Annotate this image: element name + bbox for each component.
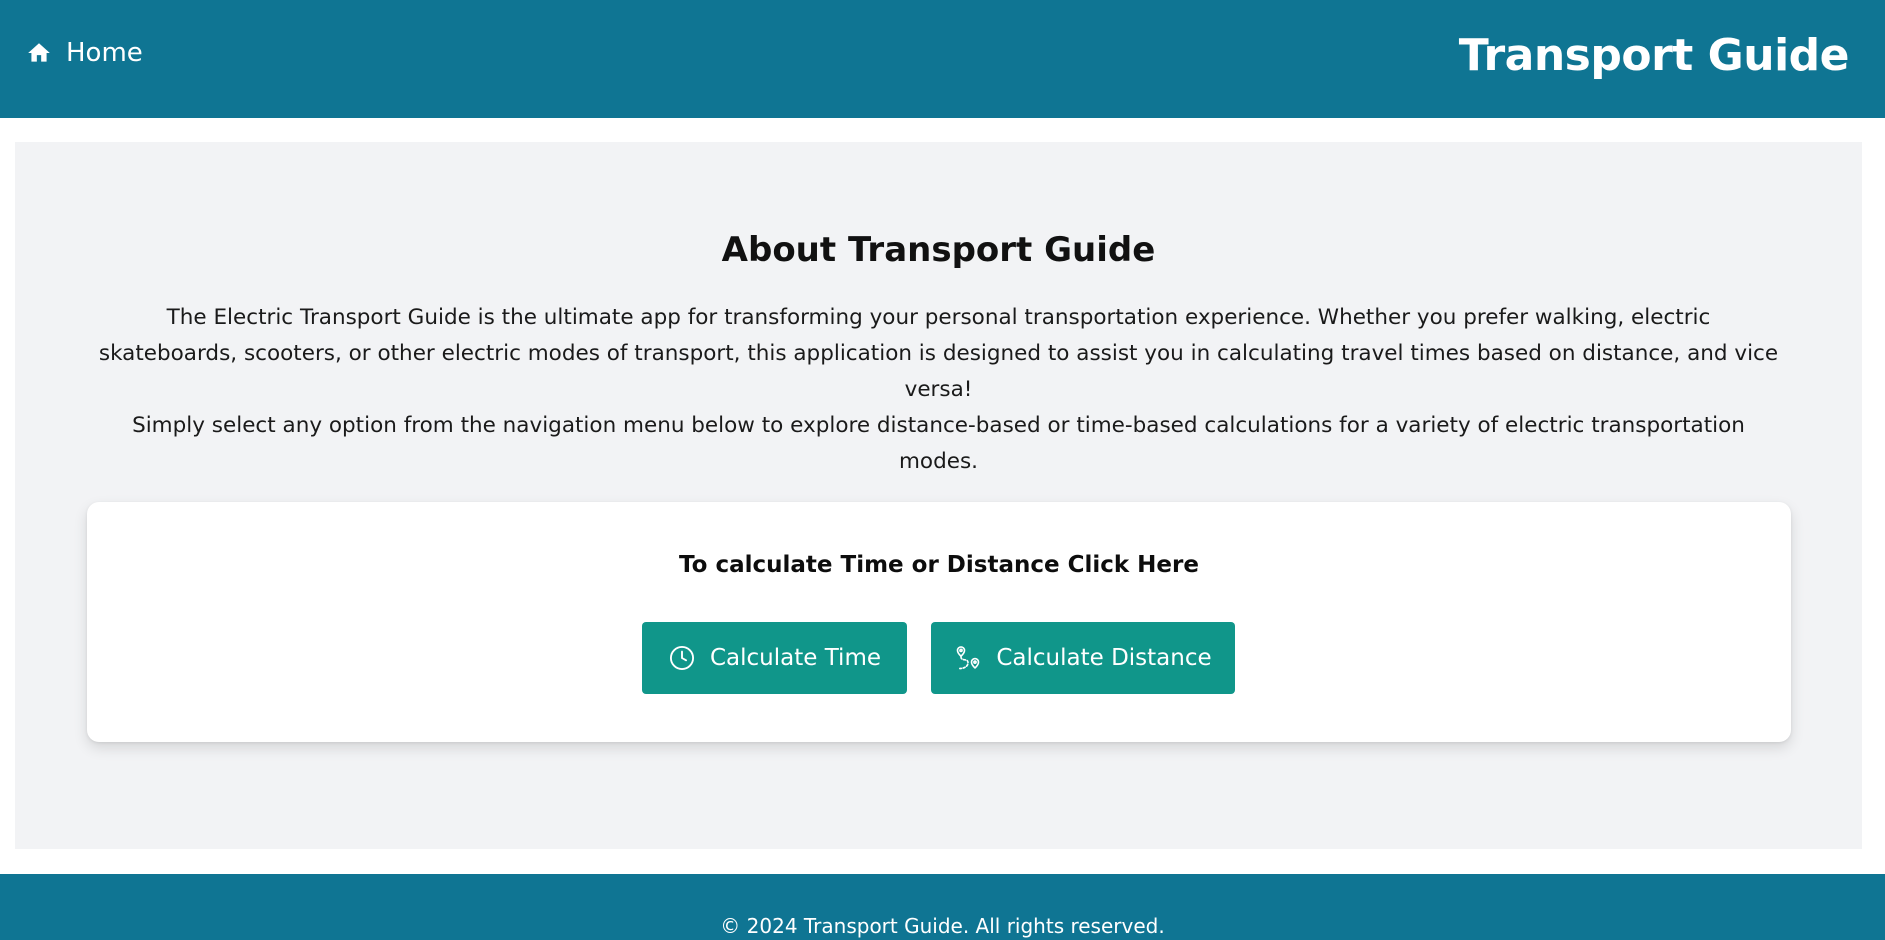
clock-icon [669, 645, 695, 671]
home-link[interactable]: Home [26, 38, 143, 68]
app-footer: © 2024 Transport Guide. All rights reser… [0, 874, 1885, 940]
footer-copyright: © 2024 Transport Guide. All rights reser… [720, 914, 1165, 938]
brand-title: Transport Guide [1458, 30, 1850, 81]
calculate-time-button[interactable]: Calculate Time [642, 622, 907, 694]
main-content: About Transport Guide The Electric Trans… [15, 142, 1862, 849]
about-paragraph-instructions: Simply select any option from the naviga… [132, 413, 1745, 474]
calculate-card: To calculate Time or Distance Click Here… [87, 502, 1791, 742]
route-icon [957, 646, 980, 670]
app-header: Home Transport Guide [0, 0, 1885, 118]
home-icon [26, 40, 52, 66]
about-paragraph-intro: The Electric Transport Guide is the ulti… [98, 305, 1779, 402]
calculate-card-heading: To calculate Time or Distance Click Here [679, 552, 1199, 578]
calculate-time-label: Calculate Time [709, 645, 882, 671]
calculate-distance-label: Calculate Distance [996, 645, 1212, 671]
about-title: About Transport Guide [721, 230, 1156, 270]
home-link-label: Home [66, 38, 143, 68]
calculate-distance-button[interactable]: Calculate Distance [931, 622, 1235, 694]
